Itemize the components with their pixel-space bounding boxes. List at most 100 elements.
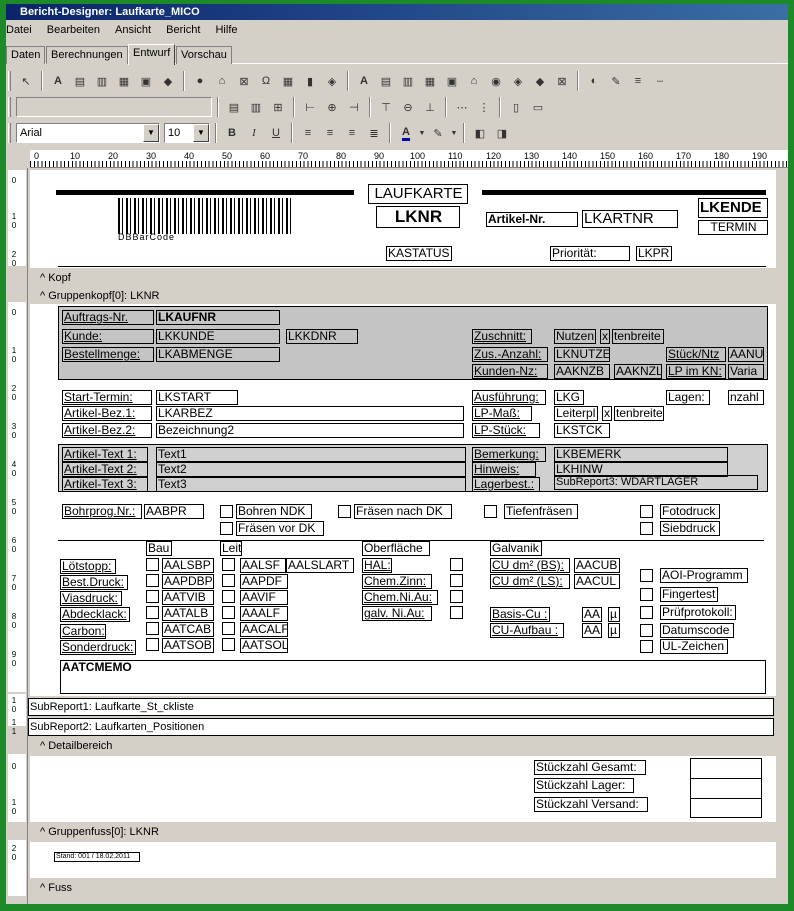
space-vertical-icon[interactable]: ⋮ bbox=[474, 97, 494, 117]
tab-entwurf[interactable]: Entwurf bbox=[128, 44, 176, 65]
cu-bs-label[interactable]: CU dm² (BS): bbox=[490, 558, 570, 573]
lkende-field[interactable]: LKENDE bbox=[698, 198, 768, 218]
aacalf-field[interactable]: AACALF bbox=[240, 622, 288, 637]
viasdruck-label[interactable]: Viasdruck: bbox=[60, 591, 122, 606]
aatalb-field[interactable]: AATALB bbox=[162, 606, 214, 621]
bau-header[interactable]: Bau bbox=[146, 541, 172, 556]
bestdruck-label[interactable]: Best.Druck: bbox=[60, 575, 128, 590]
auftragsnr-label[interactable]: Auftrags-Nr. bbox=[62, 310, 154, 325]
galvniau-checkbox[interactable] bbox=[450, 606, 463, 619]
table-tool-icon[interactable]: ▦ bbox=[278, 71, 298, 91]
bezeichnung2-field[interactable]: Bezeichnung2 bbox=[156, 423, 464, 438]
memo-tool-icon[interactable]: ▤ bbox=[70, 71, 90, 91]
stueckzahl-lager-label[interactable]: Stückzahl Lager: bbox=[534, 778, 634, 793]
richtext-tool-icon[interactable]: ▥ bbox=[92, 71, 112, 91]
bau-checkbox-3[interactable] bbox=[146, 590, 159, 603]
component-edit-field[interactable] bbox=[16, 97, 212, 117]
ulzeichen-checkbox[interactable] bbox=[640, 640, 653, 653]
line-thickness-icon[interactable]: ≡ bbox=[628, 71, 648, 91]
lagerbest-label[interactable]: Lagerbest.: bbox=[472, 477, 540, 492]
lpimkn-label[interactable]: LP im KN: bbox=[666, 364, 726, 379]
kundennz-label[interactable]: Kunden-Nz: bbox=[472, 364, 548, 379]
bohrprog-label[interactable]: Bohrprog.Nr.: bbox=[62, 504, 142, 519]
grid-snap-icon[interactable]: ⊞ bbox=[268, 97, 288, 117]
chevron-down-icon[interactable]: ▼ bbox=[450, 123, 458, 143]
artikelbez1-label[interactable]: Artikel-Bez.1: bbox=[62, 406, 152, 421]
aatvib-field[interactable]: AATVIB bbox=[162, 590, 214, 605]
leiterpl-field[interactable]: Leiterpl bbox=[554, 406, 598, 421]
aatsol-field[interactable]: AATSOL bbox=[240, 638, 288, 653]
dbsub-tool-icon[interactable]: ◆ bbox=[530, 71, 550, 91]
aavif-field[interactable]: AAVIF bbox=[240, 590, 288, 605]
underline-icon[interactable]: U bbox=[266, 123, 286, 143]
italic-icon[interactable]: I bbox=[244, 123, 264, 143]
text1-field[interactable]: Text1 bbox=[156, 447, 466, 462]
align-center-icon[interactable]: ⊕ bbox=[322, 97, 342, 117]
band-kopf-area[interactable]: LAUFKARTE LKNR DBBarCode Artikel-Nr. LKA… bbox=[30, 170, 776, 268]
chemniau-checkbox[interactable] bbox=[450, 590, 463, 603]
band-gruppenkopf-area[interactable]: Auftrags-Nr. LKAUFNR Kunde: LKKUNDE LKKD… bbox=[30, 304, 776, 696]
bemerkung-label[interactable]: Bemerkung: bbox=[472, 447, 546, 462]
aaknzb-field[interactable]: AAKNZB bbox=[554, 364, 610, 379]
aatsob-field[interactable]: AATSOB bbox=[162, 638, 214, 653]
subreport1[interactable]: SubReport1: Laufkarte_St_ckliste bbox=[28, 698, 774, 716]
artikeltext2-label[interactable]: Artikel-Text 2: bbox=[62, 462, 148, 477]
fraesen-vor-dk-checkbox[interactable] bbox=[220, 522, 233, 535]
send-back-icon[interactable]: ▥ bbox=[246, 97, 266, 117]
galvanik-header[interactable]: Galvanik bbox=[490, 541, 542, 556]
tiefenfraesen-checkbox[interactable] bbox=[484, 505, 497, 518]
dbtext-tool-icon[interactable]: A bbox=[354, 71, 374, 91]
align-right-icon[interactable]: ⊣ bbox=[344, 97, 364, 117]
lkkdnr-field[interactable]: LKKDNR bbox=[286, 329, 358, 344]
bestellmenge-label[interactable]: Bestellmenge: bbox=[62, 347, 154, 362]
leit-header[interactable]: Leit bbox=[220, 541, 242, 556]
hal-checkbox[interactable] bbox=[450, 558, 463, 571]
siebdruck-checkbox[interactable] bbox=[640, 522, 653, 535]
cu-aufbau-unit[interactable]: µ bbox=[608, 623, 620, 638]
bohren-ndk-checkbox[interactable] bbox=[220, 505, 233, 518]
bau-checkbox-2[interactable] bbox=[146, 574, 159, 587]
fotodruck-label[interactable]: Fotodruck bbox=[660, 504, 720, 519]
space-horizontal-icon[interactable]: ⋯ bbox=[452, 97, 472, 117]
siebdruck-label[interactable]: Siebdruck bbox=[660, 521, 720, 536]
subreport3[interactable]: SubReport3: WDARTLAGER bbox=[554, 475, 758, 490]
crosstab-tool-icon[interactable]: ⊠ bbox=[234, 71, 254, 91]
kastatus-field[interactable]: KASTATUS bbox=[386, 246, 452, 261]
lkarbez-field[interactable]: LKARBEZ bbox=[156, 406, 464, 421]
fraesen-nach-dk-checkbox[interactable] bbox=[338, 505, 351, 518]
aatcmemo-field[interactable]: AATCMEMO bbox=[60, 660, 766, 694]
text2-field[interactable]: Text2 bbox=[156, 462, 466, 477]
band-detail-header[interactable]: ^ Detailbereich bbox=[30, 738, 788, 755]
fill-color-icon[interactable]: ◐ bbox=[584, 71, 604, 91]
fingertest-checkbox[interactable] bbox=[640, 588, 653, 601]
lkstart-field[interactable]: LKSTART bbox=[156, 390, 238, 405]
highlight-color-icon[interactable]: ✎ bbox=[428, 123, 448, 143]
aoi-label[interactable]: AOI-Programm bbox=[660, 568, 748, 583]
same-width-icon[interactable]: ▯ bbox=[506, 97, 526, 117]
cu-aufbau-label[interactable]: CU-Aufbau : bbox=[490, 623, 564, 638]
tab-berechnungen[interactable]: Berechnungen bbox=[46, 46, 128, 64]
bau-checkbox-1[interactable] bbox=[146, 558, 159, 571]
tenbreite-field-2[interactable]: tenbreite bbox=[614, 406, 664, 421]
aatcab-field[interactable]: AATCAB bbox=[162, 622, 214, 637]
lkkunde-field[interactable]: LKKUNDE bbox=[156, 329, 280, 344]
varia-field[interactable]: Varia bbox=[728, 364, 764, 379]
pruefprotokoll-label[interactable]: Prüfprotokoll: bbox=[660, 605, 736, 620]
lpmass-label[interactable]: LP-Maß: bbox=[472, 406, 532, 421]
text-align-left-icon[interactable]: ≡ bbox=[298, 123, 318, 143]
pruefprotokoll-checkbox[interactable] bbox=[640, 606, 653, 619]
dbcalc-tool-icon[interactable]: ▦ bbox=[420, 71, 440, 91]
subreport-tool-icon[interactable]: ⌂ bbox=[212, 71, 232, 91]
cu-aufbau-field[interactable]: AA bbox=[582, 623, 602, 638]
send-to-back-icon[interactable]: ◨ bbox=[492, 123, 512, 143]
fotodruck-checkbox[interactable] bbox=[640, 505, 653, 518]
chemzinn-checkbox[interactable] bbox=[450, 574, 463, 587]
zusanzahl-label[interactable]: Zus.-Anzahl: bbox=[472, 347, 548, 362]
lkartnr-field[interactable]: LKARTNR bbox=[582, 210, 678, 228]
dbmemo-tool-icon[interactable]: ▤ bbox=[376, 71, 396, 91]
lknr-field[interactable]: LKNR bbox=[376, 206, 460, 228]
align-middle-icon[interactable]: ⊖ bbox=[398, 97, 418, 117]
text3-field[interactable]: Text3 bbox=[156, 477, 466, 492]
chevron-down-icon[interactable]: ▼ bbox=[143, 124, 159, 142]
lkabmenge-field[interactable]: LKABMENGE bbox=[156, 347, 280, 362]
